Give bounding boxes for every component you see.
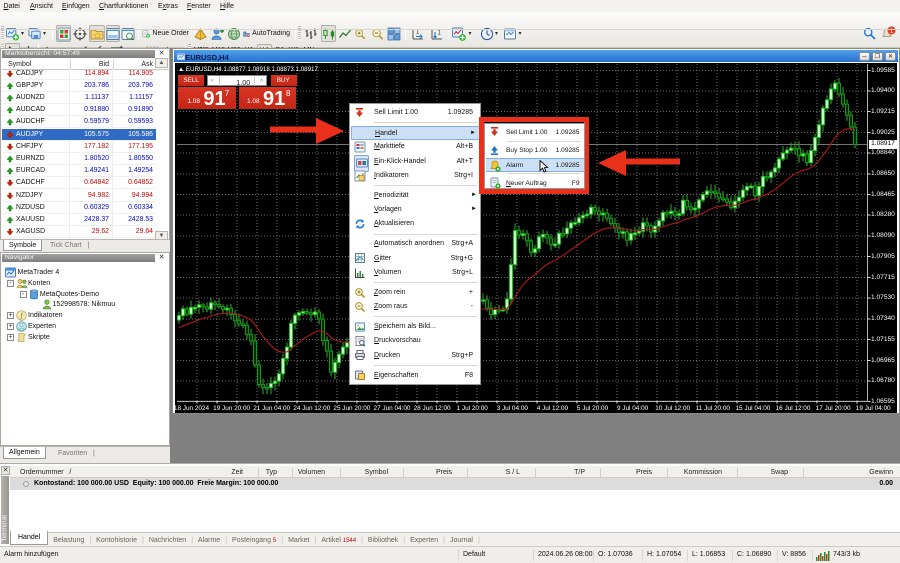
svg-text:10 Jul 12:00: 10 Jul 12:00 xyxy=(655,405,690,412)
svg-text:21 Jun 04:00: 21 Jun 04:00 xyxy=(253,405,290,412)
svg-text:24 Jun 12:00: 24 Jun 12:00 xyxy=(293,405,330,412)
svg-text:1 Jul 20:00: 1 Jul 20:00 xyxy=(457,405,489,412)
svg-text:5 Jul 20:00: 5 Jul 20:00 xyxy=(577,405,609,412)
svg-text:25 Jun 20:00: 25 Jun 20:00 xyxy=(333,405,370,412)
svg-text:3 Jul 04:00: 3 Jul 04:00 xyxy=(497,405,529,412)
svg-text:16 Jul 12:00: 16 Jul 12:00 xyxy=(776,405,811,412)
svg-text:17 Jul 20:00: 17 Jul 20:00 xyxy=(816,405,851,412)
svg-text:19 Jun 20:00: 19 Jun 20:00 xyxy=(213,405,250,412)
svg-text:1: 1 xyxy=(416,29,420,35)
svg-text:19 Jul 04:00: 19 Jul 04:00 xyxy=(856,405,891,412)
svg-text:27 Jun 04:00: 27 Jun 04:00 xyxy=(374,405,411,412)
svg-text:18 Jun 2024: 18 Jun 2024 xyxy=(175,405,210,412)
svg-text:9 Jul 04:00: 9 Jul 04:00 xyxy=(617,405,649,412)
svg-text:11 Jul 20:00: 11 Jul 20:00 xyxy=(696,405,731,412)
svg-text:15 Jul 04:00: 15 Jul 04:00 xyxy=(735,405,770,412)
svg-text:28 Jun 12:00: 28 Jun 12:00 xyxy=(414,405,451,412)
svg-text:1: 1 xyxy=(437,30,441,36)
svg-text:4 Jul 12:00: 4 Jul 12:00 xyxy=(537,405,569,412)
svg-text:1: 1 xyxy=(889,28,893,35)
